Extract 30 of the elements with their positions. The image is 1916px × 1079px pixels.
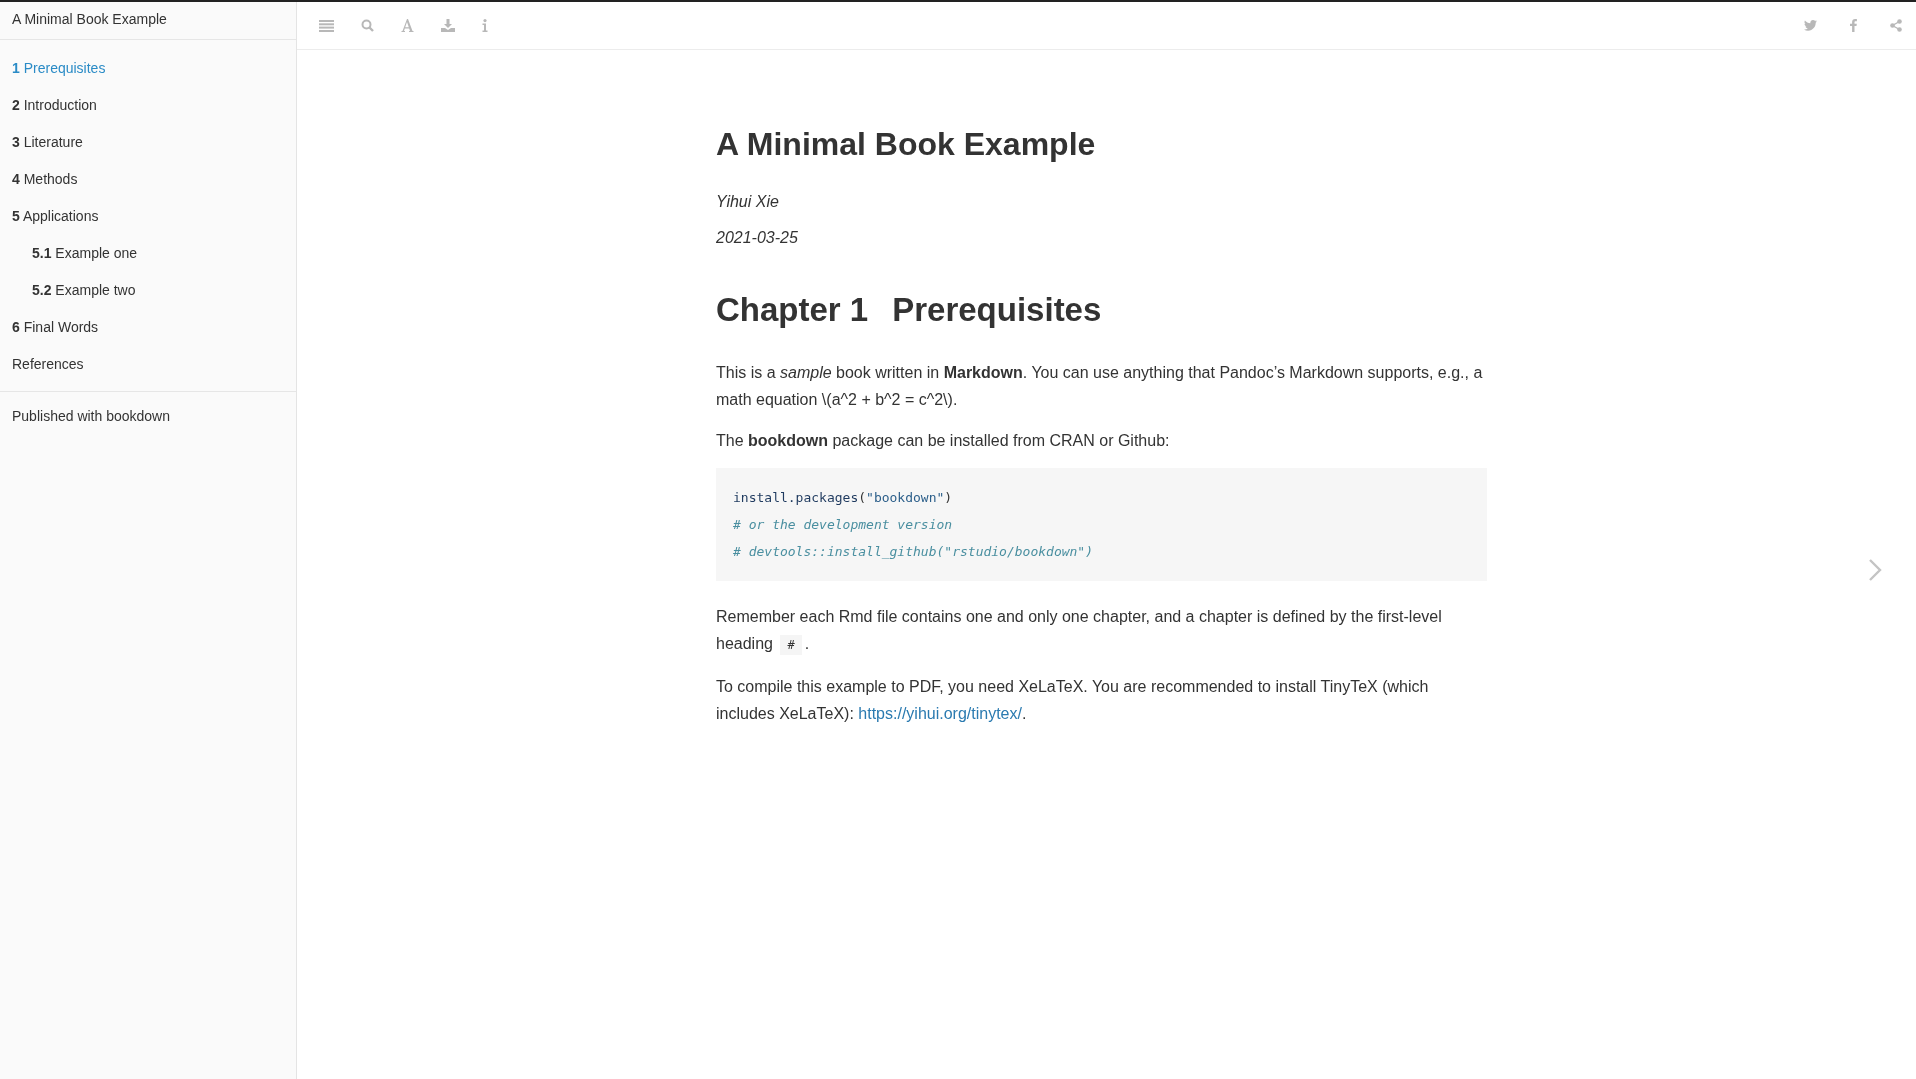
bird-icon[interactable]	[1804, 20, 1817, 31]
download-icon[interactable]	[441, 19, 455, 32]
toc-link[interactable]: 5.2 Example two	[0, 272, 148, 309]
toc-link[interactable]: 1 Prerequisites	[0, 50, 118, 87]
menu-icon[interactable]	[319, 19, 334, 32]
book-title-link[interactable]: A Minimal Book Example	[0, 2, 296, 40]
toc-link[interactable]: 2 Introduction	[0, 87, 109, 124]
published-link[interactable]: Published with bookdown	[12, 408, 170, 424]
next-page-icon[interactable]	[1868, 558, 1882, 582]
toc-link[interactable]: References	[0, 346, 96, 383]
toc-link[interactable]: 4 Methods	[0, 161, 90, 198]
toc-link[interactable]: 3 Literature	[0, 124, 95, 161]
facebook-icon[interactable]	[1850, 19, 1857, 32]
author: Yihui Xie	[716, 193, 780, 211]
code-block: install.packages("bookdown") # or the development version # devtools::install_github("rstudio/bookdown")	[716, 468, 1487, 581]
chapter-heading: Chapter 1 Prerequisites	[716, 291, 1103, 329]
paragraph: The bookdown package can be installed from CRAN or Github:	[716, 431, 1171, 451]
search-icon[interactable]	[361, 19, 374, 32]
link[interactable]: https://yihui.org/tinytex/	[858, 705, 1022, 722]
font-icon[interactable]	[401, 19, 414, 32]
toc-link[interactable]: 6 Final Words	[0, 309, 111, 346]
date: 2021-03-25	[716, 229, 799, 247]
paragraph: To compile this example to PDF, you need XeLaTeX. You are recommended to install TinyTeX (which includes XeLaTeX): https://yihui.org/tinytex/.	[716, 677, 1430, 724]
toc-link[interactable]: 5.1 Example one	[0, 235, 150, 272]
book-title: A Minimal Book Example	[716, 126, 1097, 163]
share-icon[interactable]	[1890, 19, 1902, 32]
paragraph: This is a sample book written in Markdown. You can use anything that Pandoc’s Markdown supports, e.g., a math equation \(a^2 + b^2 = c^2\).	[716, 363, 1484, 410]
paragraph: Remember each Rmd file contains one and only one chapter, and a chapter is defined by the first-level heading # .	[716, 603, 1487, 659]
info-icon[interactable]	[482, 19, 488, 32]
toc-link[interactable]: 5 Applications	[0, 198, 111, 235]
